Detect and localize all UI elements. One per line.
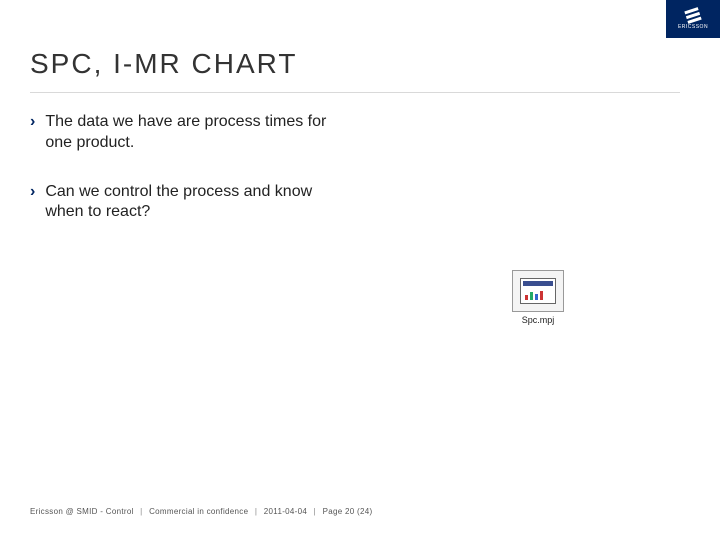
footer-separator: | — [140, 507, 142, 516]
bullet-text: The data we have are process times for o… — [45, 112, 350, 154]
ericsson-bars-icon — [684, 7, 701, 24]
bullet-mark-icon: › — [30, 112, 35, 154]
page-title: SPC, I-MR CHART — [30, 48, 298, 80]
embedded-file[interactable]: Spc.mpj — [510, 270, 566, 325]
title-divider — [30, 92, 680, 93]
footer-segment: Commercial in confidence — [149, 507, 248, 516]
footer-segment: Ericsson @ SMID - Control — [30, 507, 134, 516]
file-icon — [512, 270, 564, 312]
slide-footer: Ericsson @ SMID - Control | Commercial i… — [30, 507, 372, 516]
bullet-mark-icon: › — [30, 182, 35, 224]
footer-separator: | — [255, 507, 257, 516]
list-item: › Can we control the process and know wh… — [30, 182, 350, 224]
brand-name: ERICSSON — [678, 24, 708, 30]
footer-separator: | — [314, 507, 316, 516]
footer-segment: Page 20 (24) — [323, 507, 373, 516]
brand-logo: ERICSSON — [666, 0, 720, 38]
bullet-text: Can we control the process and know when… — [45, 182, 350, 224]
file-label: Spc.mpj — [510, 315, 566, 325]
bullet-list: › The data we have are process times for… — [30, 112, 350, 251]
footer-segment: 2011-04-04 — [264, 507, 307, 516]
list-item: › The data we have are process times for… — [30, 112, 350, 154]
